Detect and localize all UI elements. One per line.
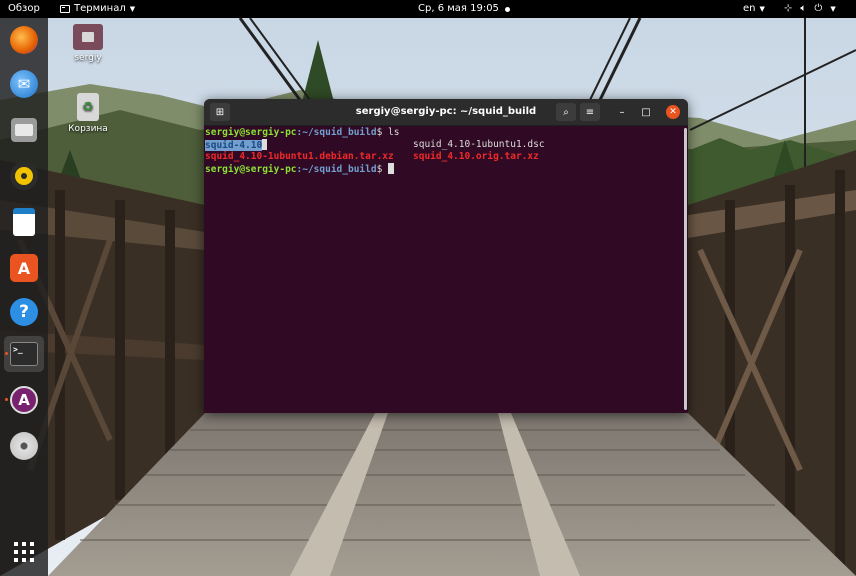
dir-entry: squid-4.10 — [205, 140, 263, 151]
clock-label: Ср, 6 мая 19:05 — [418, 3, 499, 14]
menu-button[interactable]: ≡ — [580, 103, 600, 121]
dock-item-thunderbird[interactable]: ✉ — [4, 66, 44, 102]
top-bar: Обзор Терминал ▼ Ср, 6 мая 19:05 en ▼ ⊹ … — [0, 0, 856, 18]
terminal-icon: >_ — [10, 342, 38, 366]
chevron-down-icon: ▼ — [129, 5, 136, 13]
writer-icon — [13, 208, 35, 236]
help-icon: ? — [10, 298, 38, 326]
desktop-home-label: sergiy — [74, 53, 102, 63]
running-indicator — [5, 352, 8, 355]
new-tab-icon: ⊞ — [215, 106, 225, 118]
close-button[interactable]: ✕ — [666, 105, 680, 119]
chevron-down-icon: ▼ — [759, 5, 765, 13]
terminal-line: squid-4.10 squid_4.10-1ubuntu1.dsc — [205, 139, 687, 151]
hamburger-icon: ≡ — [585, 106, 595, 118]
language-switcher[interactable]: en ▼ — [743, 0, 765, 18]
file-orig-archive: squid_4.10.orig.tar.xz — [413, 151, 539, 162]
dock: ✉ A ? >_ A — [0, 18, 48, 576]
text-cursor — [388, 163, 395, 174]
maximize-button[interactable]: □ — [638, 103, 654, 121]
trash-icon: ♻ — [77, 93, 99, 121]
dock-item-writer[interactable] — [4, 204, 44, 240]
terminal-window[interactable]: sergiy@sergiy-pc: ~/squid_build ⊞ ⌕ ≡ – … — [204, 99, 688, 413]
language-label: en — [743, 3, 756, 14]
desktop-home-folder[interactable]: sergiy — [58, 24, 118, 63]
terminal-small-icon — [60, 5, 70, 13]
app-menu-label: Терминал — [74, 3, 126, 14]
desktop-trash-label: Корзина — [68, 124, 108, 134]
desktop-trash[interactable]: ♻ Корзина — [58, 93, 118, 134]
dock-item-dvd[interactable] — [4, 428, 44, 464]
prompt-user: sergiy@sergiy-pc — [205, 127, 297, 138]
dock-item-files[interactable] — [4, 112, 44, 148]
search-icon: ⌕ — [563, 106, 569, 118]
dock-item-software[interactable]: A — [4, 250, 44, 286]
app-menu[interactable]: Терминал ▼ — [60, 0, 135, 18]
grid-icon — [14, 542, 34, 562]
system-menu[interactable]: ⊹ 🔈︎ ⏻ ▼ — [784, 0, 836, 18]
prompt-path: :~/squid_build — [296, 164, 377, 175]
terminal-header-bar[interactable]: sergiy@sergiy-pc: ~/squid_build ⊞ ⌕ ≡ – … — [204, 99, 688, 126]
dock-item-rhythmbox[interactable] — [4, 158, 44, 194]
disc-icon — [10, 432, 38, 460]
notification-dot-icon — [504, 6, 510, 12]
terminal-line: sergiy@sergiy-pc:~/squid_build$ — [205, 163, 687, 175]
updater-icon: A — [10, 386, 38, 414]
terminal-output[interactable]: sergiy@sergiy-pc:~/squid_build$ ls squid… — [204, 126, 688, 413]
clock[interactable]: Ср, 6 мая 19:05 — [418, 0, 510, 18]
volume-icon: 🔈︎ — [800, 3, 807, 14]
network-icon: ⊹ — [784, 3, 793, 14]
firefox-icon — [10, 26, 38, 54]
home-folder-icon — [73, 24, 103, 50]
files-icon — [11, 118, 37, 142]
software-center-icon: A — [10, 254, 38, 282]
file-dsc: squid_4.10-1ubuntu1.dsc — [413, 139, 545, 150]
maximize-icon: □ — [641, 106, 651, 118]
chevron-down-icon: ▼ — [830, 5, 836, 13]
new-tab-button[interactable]: ⊞ — [210, 103, 230, 121]
selection-cursor — [262, 139, 268, 150]
dock-item-updater[interactable]: A — [4, 382, 44, 418]
power-icon: ⏻ — [814, 3, 823, 14]
show-applications-button[interactable] — [4, 534, 44, 570]
rhythmbox-icon — [10, 162, 38, 190]
command-text: ls — [382, 127, 400, 138]
terminal-scrollbar[interactable] — [684, 128, 687, 410]
minimize-icon: – — [619, 106, 625, 118]
file-debian-archive: squid_4.10-1ubuntu1.debian.tar.xz — [205, 151, 394, 162]
activities-button[interactable]: Обзор — [8, 0, 40, 18]
search-button[interactable]: ⌕ — [556, 103, 576, 121]
dock-item-firefox[interactable] — [4, 22, 44, 58]
dock-item-help[interactable]: ? — [4, 294, 44, 330]
terminal-line: sergiy@sergiy-pc:~/squid_build$ ls — [205, 127, 687, 139]
dock-item-terminal[interactable]: >_ — [4, 336, 44, 372]
terminal-line: squid_4.10-1ubuntu1.debian.tar.xz squid_4… — [205, 151, 687, 163]
prompt-path: :~/squid_build — [296, 127, 377, 138]
minimize-button[interactable]: – — [614, 103, 630, 121]
thunderbird-icon: ✉ — [10, 70, 38, 98]
running-indicator — [5, 398, 8, 401]
prompt-user: sergiy@sergiy-pc — [205, 164, 297, 175]
close-icon: ✕ — [669, 107, 677, 117]
